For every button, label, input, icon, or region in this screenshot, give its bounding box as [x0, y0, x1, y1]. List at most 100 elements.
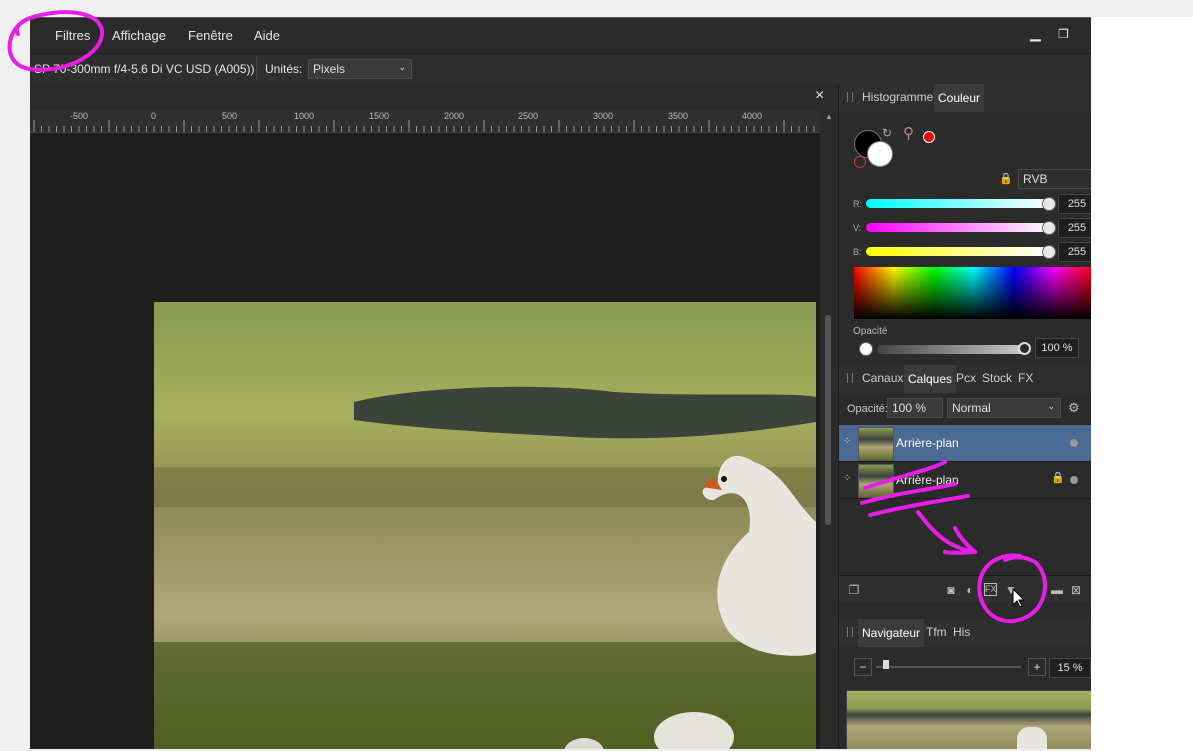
- scroll-up-arrow-icon[interactable]: ▲: [825, 112, 833, 121]
- drag-dots-icon[interactable]: ⁘: [843, 473, 851, 484]
- zoom-slider[interactable]: [876, 666, 1021, 668]
- folder-icon[interactable]: ▬: [1050, 583, 1064, 597]
- secondary-color-swatch[interactable]: [867, 141, 893, 167]
- tab-navigateur[interactable]: Navigateur: [858, 619, 925, 647]
- layer-row[interactable]: ⁘ Arrière-plan 🔒: [839, 462, 1091, 499]
- swap-colors-icon[interactable]: ↻: [882, 126, 892, 140]
- adjustment-layer-icon[interactable]: ◐: [963, 583, 977, 597]
- divider: [256, 56, 257, 80]
- ruler-label: 0: [151, 111, 157, 121]
- channel-label-r: R:: [853, 199, 862, 209]
- tab-calques[interactable]: Calques: [904, 365, 957, 393]
- navigator-panel-tabbar: Navigateur Tfm His: [839, 619, 1091, 647]
- layer-thumbnail: [858, 427, 894, 461]
- scrollbar-thumb[interactable]: [825, 315, 831, 525]
- outer-right-strip: [1091, 17, 1193, 751]
- menu-fenetre[interactable]: Fenêtre: [188, 28, 233, 43]
- picked-color-swatch[interactable]: [923, 131, 935, 143]
- tab-canaux[interactable]: Canaux: [862, 371, 903, 385]
- color-opacity-slider[interactable]: [877, 345, 1027, 354]
- right-panel: Histogramme Couleur ↻ ⚲ 🔒 RVB R: 255 V: …: [838, 84, 1091, 749]
- tab-pcx[interactable]: Pcx: [956, 371, 976, 385]
- color-opacity-knob[interactable]: [1018, 342, 1031, 355]
- layer-name[interactable]: Arrière-plan: [896, 473, 959, 487]
- ruler-label: 4000: [742, 111, 763, 121]
- color-model-select[interactable]: RVB: [1018, 169, 1091, 189]
- drag-dots-icon[interactable]: ⁘: [843, 436, 851, 447]
- color-model-value: RVB: [1023, 172, 1048, 186]
- green-slider-knob[interactable]: [1042, 221, 1056, 235]
- ruler-ticks: [33, 120, 815, 132]
- units-select[interactable]: Pixels ⌄: [308, 59, 412, 79]
- fx-icon[interactable]: FX: [984, 583, 997, 596]
- visibility-dot-icon[interactable]: [1070, 439, 1078, 447]
- vertical-scrollbar[interactable]: ▲: [820, 110, 838, 749]
- blue-slider-knob[interactable]: [1042, 245, 1056, 259]
- canvas[interactable]: [30, 133, 820, 749]
- ruler-label: -500: [70, 111, 89, 121]
- blue-slider[interactable]: [866, 247, 1051, 256]
- layer-opacity-select[interactable]: 100 %: [887, 398, 943, 418]
- menu-filtres[interactable]: Filtres: [55, 28, 90, 43]
- layer-blend-ranges-icon[interactable]: ❐: [847, 583, 861, 597]
- layer-row-selected[interactable]: ⁘ Arrière-plan: [839, 425, 1091, 462]
- opacity-min-knob[interactable]: [859, 342, 873, 356]
- green-value[interactable]: 255: [1058, 218, 1091, 238]
- ruler-label: 2000: [444, 111, 465, 121]
- color-picker-icon[interactable]: ⚲: [903, 124, 914, 142]
- ruler-label: 1000: [294, 111, 315, 121]
- tab-couleur[interactable]: Couleur: [934, 84, 985, 112]
- drag-handle-icon[interactable]: [847, 373, 853, 383]
- blue-value[interactable]: 255: [1058, 242, 1091, 262]
- delete-layer-icon[interactable]: ⊠: [1069, 583, 1083, 597]
- zoom-value[interactable]: 15 %: [1049, 658, 1091, 678]
- tab-histogramme[interactable]: Histogramme: [862, 90, 933, 104]
- ruler-label: 1500: [369, 111, 390, 121]
- gear-icon[interactable]: ⚙: [1068, 400, 1080, 416]
- tab-stock[interactable]: Stock: [982, 371, 1012, 385]
- tab-his[interactable]: His: [953, 625, 970, 639]
- color-opacity-value[interactable]: 100 %: [1035, 338, 1079, 358]
- outer-left-strip: [0, 17, 30, 751]
- visibility-dot-icon[interactable]: [1070, 476, 1078, 484]
- tab-tfm[interactable]: Tfm: [926, 625, 947, 639]
- restore-button[interactable]: ❐: [1058, 27, 1069, 41]
- app-window: Filtres Affichage Fenêtre Aide ▁ ❐ SP 70…: [30, 17, 1091, 749]
- red-slider-knob[interactable]: [1042, 197, 1056, 211]
- units-value: Pixels: [313, 62, 346, 76]
- zoom-in-button[interactable]: +: [1028, 658, 1046, 676]
- layer-name[interactable]: Arrière-plan: [896, 436, 959, 450]
- chevron-down-icon: ⌄: [1047, 401, 1055, 411]
- ruler-label: 2500: [518, 111, 539, 121]
- close-document-button[interactable]: ×: [815, 87, 824, 105]
- red-value[interactable]: 255: [1058, 194, 1091, 214]
- color-spectrum[interactable]: [854, 267, 1091, 319]
- menu-aide[interactable]: Aide: [254, 28, 280, 43]
- red-slider[interactable]: [866, 199, 1051, 208]
- document-area: × -500 0 500 1000 1500 2000 2500 3000 35…: [30, 84, 838, 749]
- blend-mode-value: Normal: [952, 401, 991, 415]
- horizontal-ruler: -500 0 500 1000 1500 2000 2500 3000 3500…: [30, 110, 820, 133]
- blend-mode-select[interactable]: Normal ⌄: [947, 398, 1061, 418]
- zoom-out-button[interactable]: −: [854, 658, 872, 676]
- navigator-preview[interactable]: [846, 690, 1091, 749]
- drag-handle-icon[interactable]: [847, 627, 853, 637]
- drag-handle-icon[interactable]: [847, 92, 853, 102]
- no-color-icon[interactable]: [854, 156, 866, 168]
- minimize-button[interactable]: ▁: [1030, 25, 1041, 42]
- tab-fx[interactable]: FX: [1018, 371, 1033, 385]
- layers-panel-tabbar: Canaux Calques Pcx Stock FX: [839, 365, 1091, 393]
- ruler-label: 3000: [593, 111, 614, 121]
- channel-label-b: B:: [853, 247, 862, 257]
- mask-layer-icon[interactable]: ◙: [944, 583, 958, 597]
- menu-affichage[interactable]: Affichage: [112, 28, 166, 43]
- live-filter-icon[interactable]: ▼: [1004, 583, 1018, 597]
- lock-icon[interactable]: 🔒: [999, 172, 1013, 185]
- lock-icon[interactable]: 🔒: [1051, 471, 1065, 484]
- green-slider[interactable]: [866, 223, 1051, 232]
- color-opacity-label: Opacité: [853, 326, 888, 337]
- menu-bar: Filtres Affichage Fenêtre Aide ▁ ❐: [30, 18, 1091, 52]
- color-panel-tabbar: Histogramme Couleur: [839, 84, 1091, 112]
- swan-photo[interactable]: [154, 302, 816, 749]
- zoom-slider-knob[interactable]: [883, 660, 889, 669]
